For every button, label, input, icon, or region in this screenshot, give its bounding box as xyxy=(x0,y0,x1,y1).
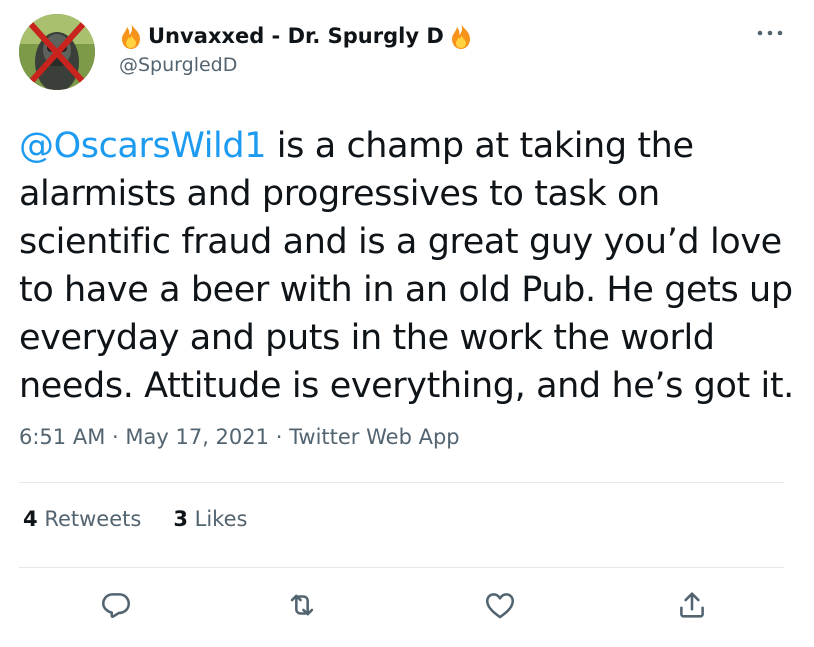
likes-count: 3 xyxy=(173,507,188,531)
reply-icon xyxy=(101,593,131,618)
likes-stat[interactable]: 3 Likes xyxy=(173,507,247,531)
tweet-text-line: is a champ at taking the xyxy=(266,126,694,166)
retweet-icon xyxy=(290,594,314,616)
divider xyxy=(19,567,784,568)
tweet-text-line: scientific fraud and is a great guy you’… xyxy=(19,222,782,262)
meta-separator: · xyxy=(275,425,283,449)
share-button[interactable] xyxy=(675,588,709,622)
divider xyxy=(19,482,784,483)
author-name-row[interactable]: Unvaxxed - Dr. Spurgly D xyxy=(116,18,476,54)
like-button[interactable] xyxy=(483,588,517,622)
tweet-text: @OscarsWild1 is a champ at taking the al… xyxy=(19,122,799,410)
avatar-image xyxy=(19,14,95,90)
tweet-text-line: needs. Attitude is everything, and he’s … xyxy=(19,366,794,406)
heart-icon xyxy=(485,593,515,619)
tweet-text-line: alarmists and progressives to task on xyxy=(19,174,660,214)
retweets-count: 4 xyxy=(23,507,38,531)
avatar[interactable] xyxy=(19,14,95,90)
retweets-stat[interactable]: 4 Retweets xyxy=(23,507,141,531)
tweet-actions xyxy=(0,588,814,628)
tweet-date[interactable]: May 17, 2021 xyxy=(125,425,269,449)
fire-icon xyxy=(116,21,146,51)
author-handle[interactable]: @SpurgledD xyxy=(119,54,237,76)
tweet-metadata: 6:51 AM · May 17, 2021 · Twitter Web App xyxy=(19,425,460,449)
meta-separator: · xyxy=(112,425,119,449)
mention-link[interactable]: @OscarsWild1 xyxy=(19,126,266,166)
retweets-label: Retweets xyxy=(44,507,142,531)
likes-label: Likes xyxy=(194,507,248,531)
fire-icon xyxy=(446,21,476,51)
retweet-button[interactable] xyxy=(285,588,319,622)
reply-button[interactable] xyxy=(99,588,133,622)
tweet-text-line: to have a beer with in an old Pub. He ge… xyxy=(19,270,793,310)
tweet-text-line: everyday and puts in the work the world xyxy=(19,318,715,358)
tweet-time[interactable]: 6:51 AM xyxy=(19,425,105,449)
share-icon xyxy=(680,592,704,618)
tweet-card: Unvaxxed - Dr. Spurgly D @SpurgledD @Osc… xyxy=(0,0,814,647)
tweet-source[interactable]: Twitter Web App xyxy=(289,425,460,449)
display-name[interactable]: Unvaxxed - Dr. Spurgly D xyxy=(148,24,444,48)
tweet-stats: 4 Retweets 3 Likes xyxy=(23,507,247,531)
more-options-icon[interactable] xyxy=(756,26,784,40)
